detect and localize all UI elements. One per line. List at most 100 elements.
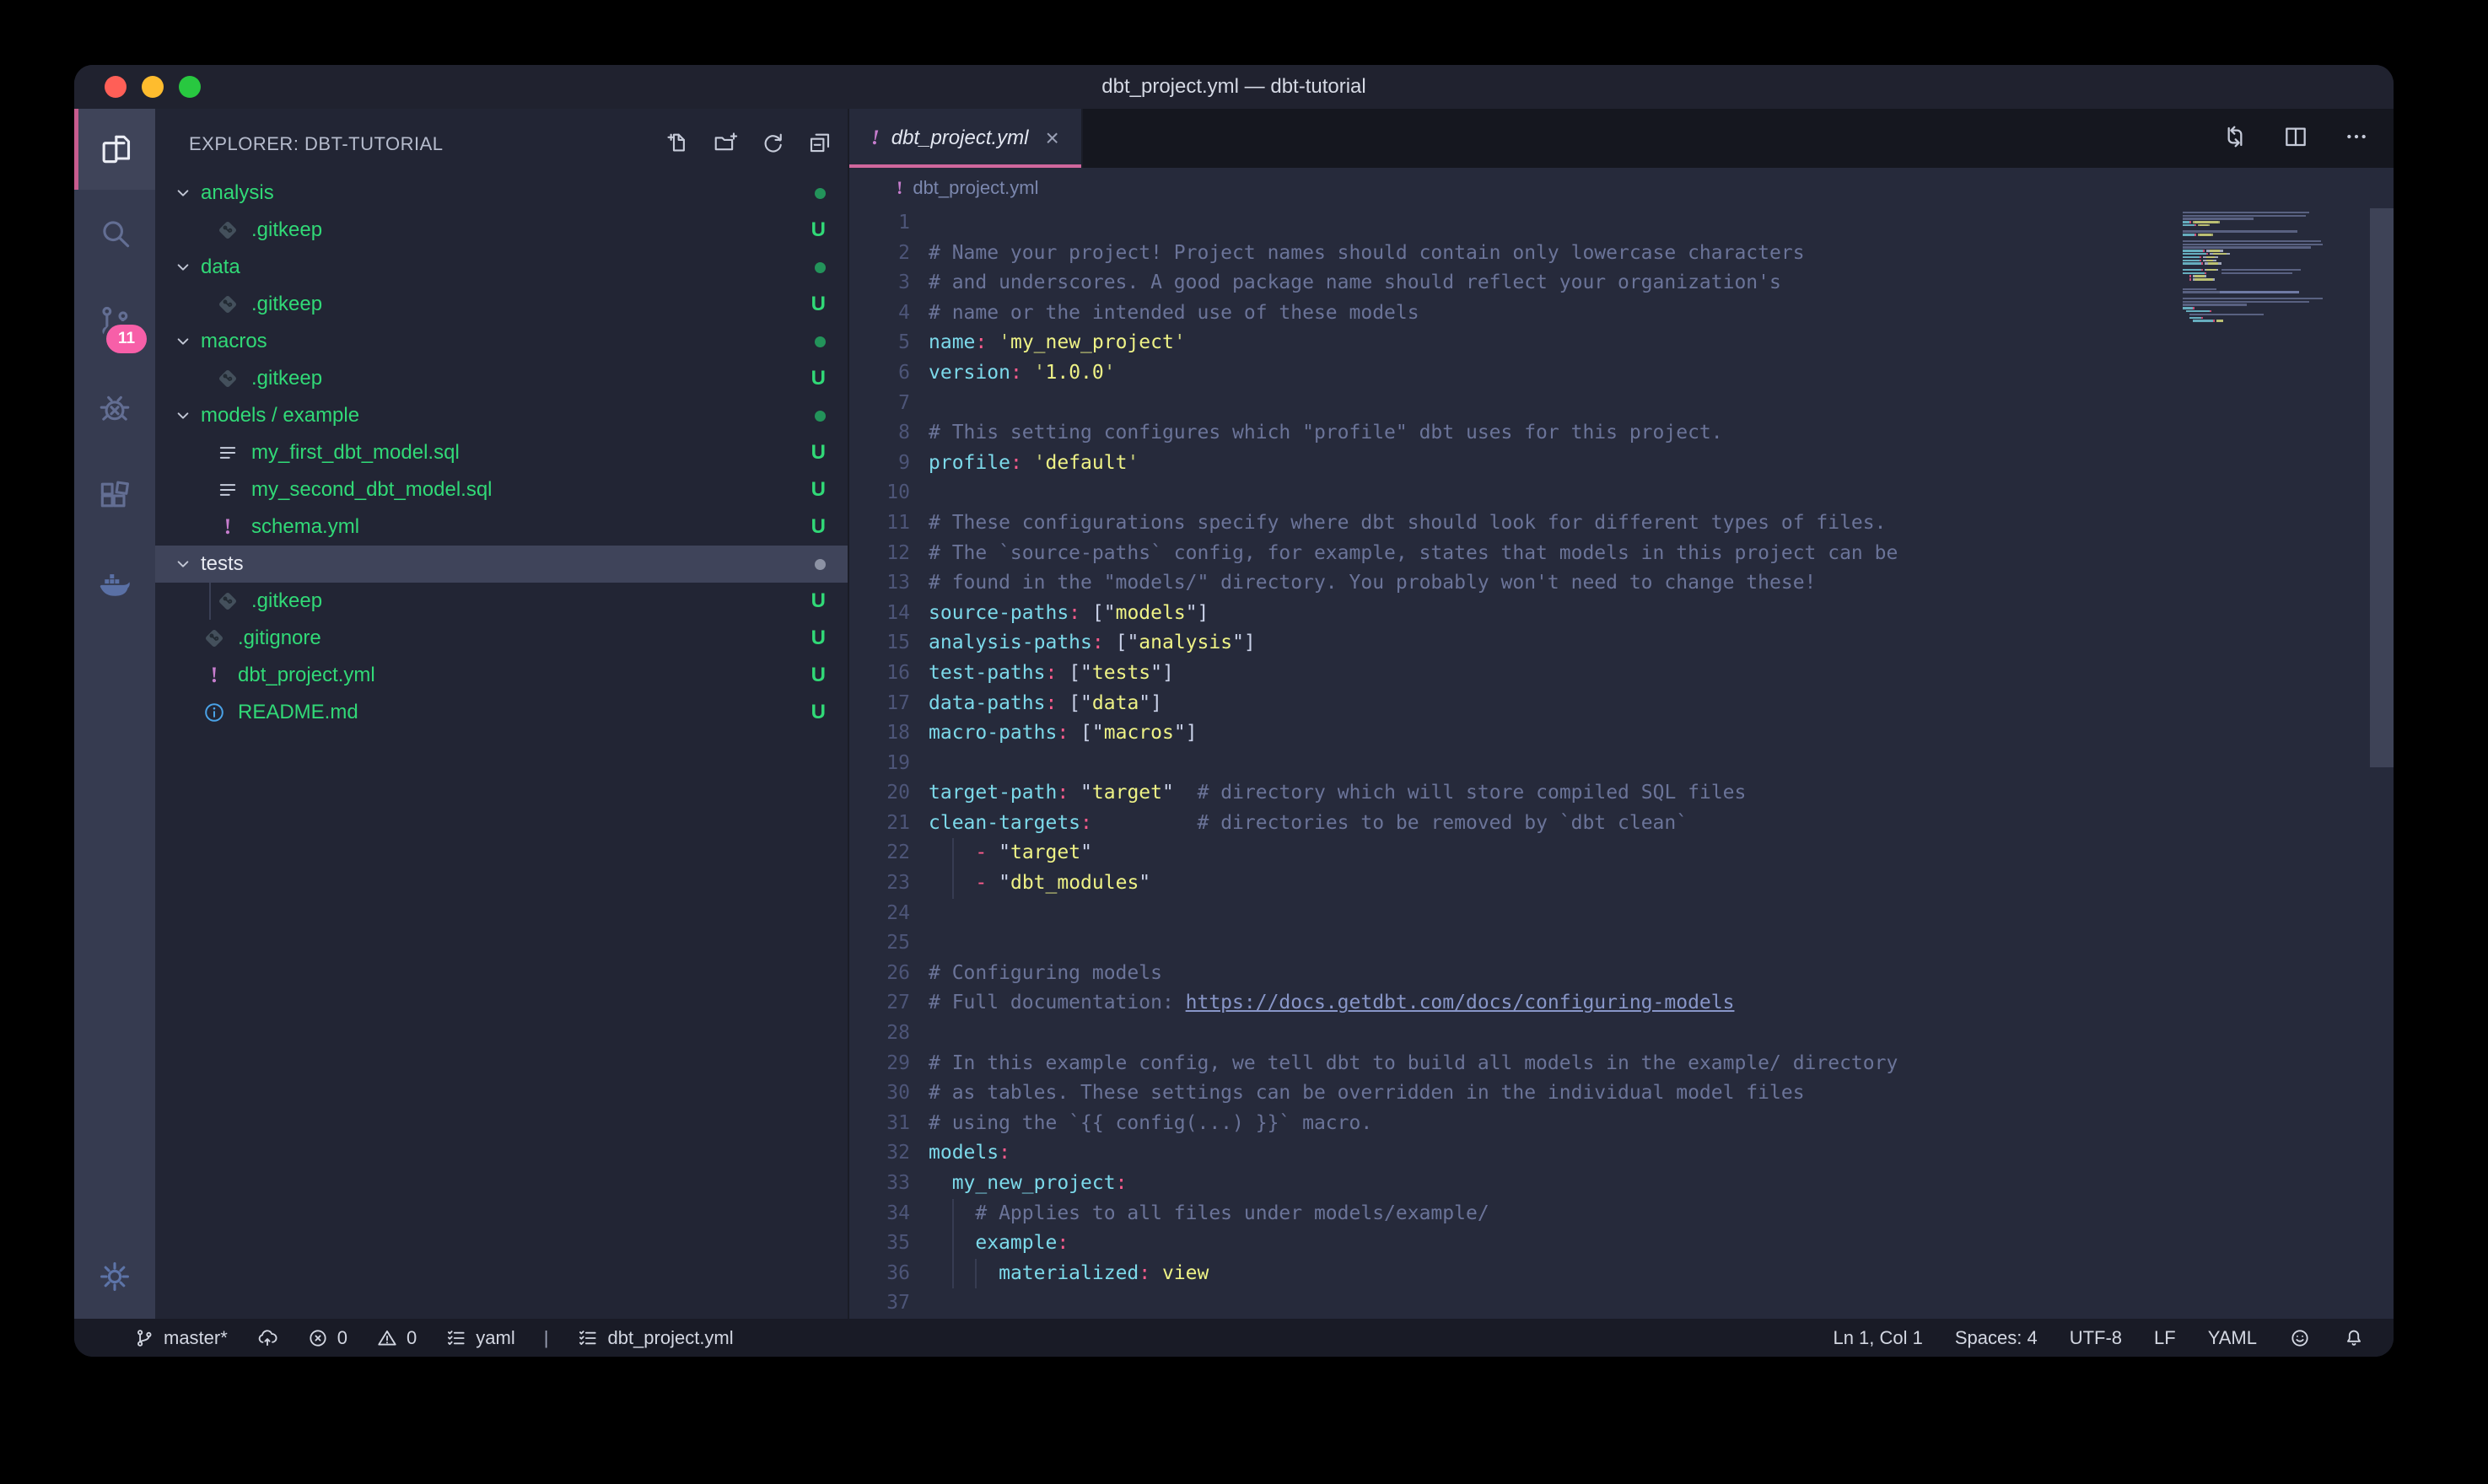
split-editor-icon[interactable] (2282, 123, 2309, 154)
status-yaml[interactable]: yaml (445, 1327, 514, 1349)
vertical-scrollbar[interactable] (2370, 208, 2394, 767)
code-line[interactable]: 4# name or the intended use of these mod… (849, 298, 2394, 329)
code-line[interactable]: 5name: 'my_new_project' (849, 328, 2394, 358)
tree-file--gitignore[interactable]: .gitignoreU (155, 620, 848, 657)
line-number: 13 (849, 568, 910, 599)
status-utf-8[interactable]: UTF-8 (2070, 1327, 2122, 1349)
code-line[interactable]: 7 (849, 389, 2394, 419)
code-line[interactable]: 11# These configurations specify where d… (849, 508, 2394, 539)
status-bell[interactable] (2343, 1327, 2365, 1349)
minimize-window-button[interactable] (142, 76, 164, 98)
line-number: 14 (849, 599, 910, 629)
line-number: 31 (849, 1109, 910, 1139)
close-window-button[interactable] (105, 76, 127, 98)
code-line[interactable]: 8# This setting configures which "profil… (849, 418, 2394, 449)
tree-file--gitkeep[interactable]: .gitkeepU (155, 212, 848, 249)
status-lf[interactable]: LF (2154, 1327, 2176, 1349)
breadcrumb[interactable]: ! dbt_project.yml (849, 168, 2394, 208)
minimap[interactable] (2183, 208, 2368, 1319)
tree-folder-models-example[interactable]: models / example (155, 397, 848, 434)
code-line[interactable]: 1 (849, 208, 2394, 239)
collapse-all-icon[interactable] (807, 130, 832, 159)
code-line[interactable]: 37 (849, 1288, 2394, 1319)
status-dbt-project-yml[interactable]: dbt_project.yml (577, 1327, 733, 1349)
tree-file--gitkeep[interactable]: .gitkeepU (155, 583, 848, 620)
new-file-icon[interactable] (665, 130, 691, 159)
title-bar[interactable]: dbt_project.yml — dbt-tutorial (74, 65, 2394, 109)
code-line[interactable]: 36 materialized: view (849, 1259, 2394, 1289)
code-line[interactable]: 29# In this example config, we tell dbt … (849, 1049, 2394, 1079)
code-line[interactable]: 31# using the `{{ config(...) }}` macro. (849, 1109, 2394, 1139)
activity-item-extensions[interactable] (74, 453, 155, 540)
code-line[interactable]: 35 example: (849, 1229, 2394, 1259)
code-line[interactable]: 23 - "dbt_modules" (849, 868, 2394, 899)
line-text: # Configuring models (910, 959, 1162, 989)
checklist-icon (577, 1327, 599, 1349)
code-line[interactable]: 14source-paths: ["models"] (849, 599, 2394, 629)
code-line[interactable]: 19 (849, 749, 2394, 779)
code-line[interactable]: 34 # Applies to all files under models/e… (849, 1199, 2394, 1229)
tree-file--gitkeep[interactable]: .gitkeepU (155, 360, 848, 397)
code-line[interactable]: 26# Configuring models (849, 959, 2394, 989)
more-actions-icon[interactable] (2343, 123, 2370, 154)
code-line[interactable]: 33 my_new_project: (849, 1169, 2394, 1199)
tree-folder-analysis[interactable]: analysis (155, 175, 848, 212)
status-spaces-4[interactable]: Spaces: 4 (1955, 1327, 2038, 1349)
activity-item-search[interactable] (74, 190, 155, 277)
tree-item-label: schema.yml (251, 515, 811, 539)
tree-folder-tests[interactable]: tests (155, 546, 848, 583)
tree-folder-macros[interactable]: macros (155, 323, 848, 360)
code-line[interactable]: 9profile: 'default' (849, 449, 2394, 479)
line-text: # Applies to all files under models/exam… (910, 1199, 1489, 1229)
code-line[interactable]: 12# The `source-paths` config, for examp… (849, 539, 2394, 569)
code-line[interactable]: 15analysis-paths: ["analysis"] (849, 628, 2394, 659)
tree-file-my-second-dbt-model-sql[interactable]: my_second_dbt_model.sqlU (155, 471, 848, 508)
tree-file-readme-md[interactable]: README.mdU (155, 694, 848, 731)
close-tab-icon[interactable]: × (1045, 126, 1058, 150)
tree-file--gitkeep[interactable]: .gitkeepU (155, 286, 848, 323)
code-line[interactable]: 30# as tables. These settings can be ove… (849, 1078, 2394, 1109)
code-line[interactable]: 18macro-paths: ["macros"] (849, 718, 2394, 749)
code-line[interactable]: 28 (849, 1019, 2394, 1049)
new-folder-icon[interactable] (713, 130, 738, 159)
tree-folder-data[interactable]: data (155, 249, 848, 286)
code-line[interactable]: 13# found in the "models/" directory. Yo… (849, 568, 2394, 599)
code-line[interactable]: 21clean-targets: # directories to be rem… (849, 809, 2394, 839)
activity-item-explorer[interactable] (74, 109, 155, 190)
code-editor[interactable]: 12# Name your project! Project names sho… (849, 208, 2394, 1319)
tree-item-label: .gitignore (238, 626, 811, 650)
tab-dbt-project-yml[interactable]: ! dbt_project.yml × (849, 109, 1083, 168)
code-line[interactable]: 16test-paths: ["tests"] (849, 659, 2394, 689)
code-line[interactable]: 2# Name your project! Project names shou… (849, 239, 2394, 269)
open-changes-icon[interactable] (2221, 123, 2248, 154)
indent-guide (952, 1199, 954, 1229)
code-line[interactable]: 20target-path: "target" # directory whic… (849, 778, 2394, 809)
code-line[interactable]: 24 (849, 899, 2394, 929)
tree-file-dbt-project-yml[interactable]: !dbt_project.ymlU (155, 657, 848, 694)
code-line[interactable]: 22 - "target" (849, 838, 2394, 868)
status-yaml[interactable]: YAML (2208, 1327, 2257, 1349)
status-0[interactable]: 0 (376, 1327, 417, 1349)
tree-file-my-first-dbt-model-sql[interactable]: my_first_dbt_model.sqlU (155, 434, 848, 471)
code-line[interactable]: 10 (849, 478, 2394, 508)
status-ln-1-col-1[interactable]: Ln 1, Col 1 (1833, 1327, 1922, 1349)
activity-item-docker[interactable] (74, 540, 155, 628)
zoom-window-button[interactable] (179, 76, 201, 98)
status-0[interactable]: 0 (307, 1327, 347, 1349)
status-label: Ln 1, Col 1 (1833, 1327, 1922, 1349)
code-line[interactable]: 27# Full documentation: https://docs.get… (849, 988, 2394, 1019)
refresh-icon[interactable] (760, 130, 785, 159)
code-line[interactable]: 17data-paths: ["data"] (849, 689, 2394, 719)
status-label: 0 (337, 1327, 347, 1349)
status-smiley[interactable] (2289, 1327, 2311, 1349)
status-master-[interactable]: master* (133, 1327, 228, 1349)
activity-item-debug[interactable] (74, 365, 155, 453)
status-cloud-upload[interactable] (256, 1327, 278, 1349)
activity-item-source-control[interactable]: 11 (74, 277, 155, 365)
code-line[interactable]: 3# and underscores. A good package name … (849, 268, 2394, 298)
code-line[interactable]: 25 (849, 928, 2394, 959)
code-line[interactable]: 6version: '1.0.0' (849, 358, 2394, 389)
settings-gear-icon[interactable] (74, 1258, 155, 1295)
tree-file-schema-yml[interactable]: !schema.ymlU (155, 508, 848, 546)
code-line[interactable]: 32models: (849, 1138, 2394, 1169)
